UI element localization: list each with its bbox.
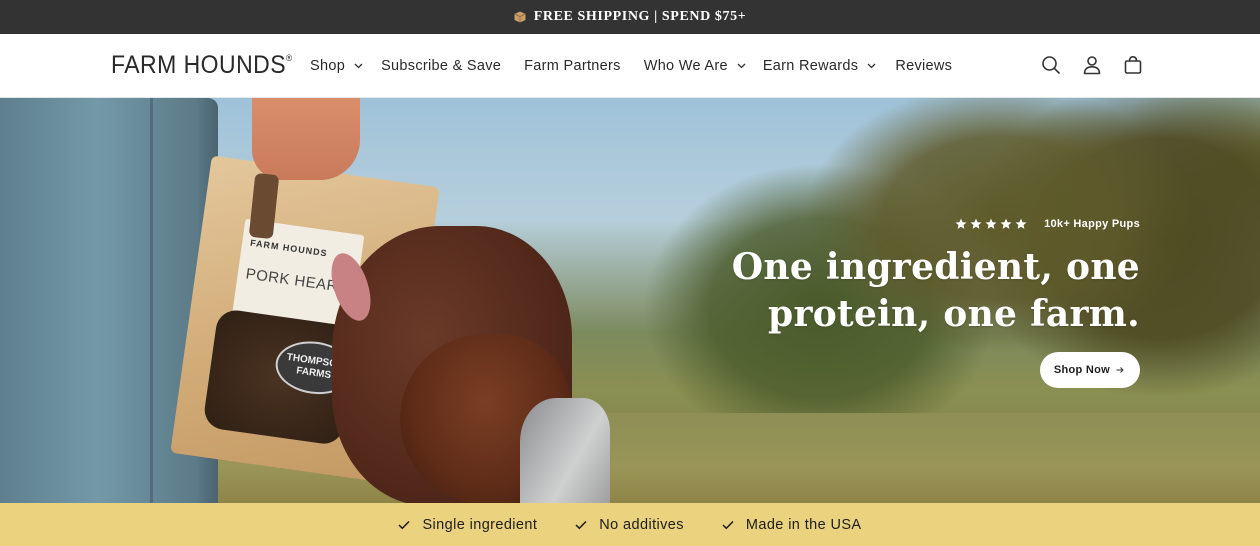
feature-label: Made in the USA bbox=[745, 516, 862, 533]
arrow-right-icon bbox=[1116, 367, 1124, 373]
nav-item-label: Farm Partners bbox=[524, 58, 621, 74]
feature-single-ingredient: Single ingredient bbox=[398, 517, 537, 533]
bag-brand: FARM HOUNDS bbox=[249, 237, 329, 259]
feature-label: No additives bbox=[599, 516, 684, 533]
cart-button[interactable] bbox=[1120, 52, 1146, 78]
search-button[interactable] bbox=[1038, 52, 1064, 78]
nav-item-label: Who We Are bbox=[643, 58, 728, 74]
nav-item-reviews[interactable]: Reviews bbox=[895, 58, 952, 74]
headline-line-1: One ingredient, one bbox=[731, 246, 1140, 288]
search-icon bbox=[1042, 56, 1061, 75]
nav-item-shop[interactable]: Shop bbox=[310, 58, 363, 74]
rating-text: 10k+ Happy Pups bbox=[1044, 218, 1140, 230]
hero-banner: FARM HOUNDS PORK HEART THOMPSON FARMS 10k… bbox=[0, 98, 1260, 503]
hero-dog-neck bbox=[520, 398, 610, 503]
rating-stars bbox=[955, 218, 1030, 230]
cart-icon bbox=[1124, 55, 1142, 74]
nav-item-farm-partners[interactable]: Farm Partners bbox=[524, 58, 621, 74]
hero-headline: One ingredient, one protein, one farm. bbox=[732, 244, 1140, 338]
star-icon bbox=[955, 218, 967, 229]
star-icon bbox=[1000, 218, 1012, 229]
site-header: FARM HOUNDS® Shop Subscribe & Save Farm … bbox=[0, 34, 1260, 98]
star-icon bbox=[1015, 218, 1027, 229]
headline-line-2: protein, one farm. bbox=[767, 293, 1140, 335]
chevron-down-icon bbox=[867, 63, 876, 69]
nav-item-label: Subscribe & Save bbox=[381, 58, 502, 74]
nav-item-label: Reviews bbox=[895, 58, 953, 74]
account-button[interactable] bbox=[1079, 52, 1105, 78]
nav-item-who-we-are[interactable]: Who We Are bbox=[644, 58, 746, 74]
nav-item-subscribe-save[interactable]: Subscribe & Save bbox=[381, 58, 501, 74]
registered-mark: ® bbox=[286, 53, 293, 63]
feature-made-in-usa: Made in the USA bbox=[722, 517, 862, 533]
header-icons bbox=[1038, 52, 1161, 78]
chevron-down-icon bbox=[737, 63, 746, 69]
logo[interactable]: FARM HOUNDS® bbox=[111, 51, 293, 80]
star-icon bbox=[985, 218, 997, 229]
star-icon bbox=[970, 218, 982, 229]
chevron-down-icon bbox=[354, 63, 363, 69]
shop-now-button[interactable]: Shop Now bbox=[1039, 352, 1140, 388]
nav-item-label: Earn Rewards bbox=[762, 58, 859, 74]
feature-label: Single ingredient bbox=[422, 516, 538, 533]
logo-text: FARM HOUNDS bbox=[111, 51, 287, 79]
rating: 10k+ Happy Pups bbox=[732, 218, 1140, 230]
announcement-text[interactable]: FREE SHIPPING | SPEND $75+ bbox=[534, 9, 747, 25]
main-nav: Shop Subscribe & Save Farm Partners Who … bbox=[310, 34, 952, 98]
nav-item-label: Shop bbox=[310, 58, 346, 74]
account-icon bbox=[1083, 56, 1101, 75]
check-icon bbox=[722, 520, 734, 529]
feature-bar: Single ingredient No additives Made in t… bbox=[0, 503, 1260, 546]
feature-no-additives: No additives bbox=[575, 517, 684, 533]
announcement-bar: FREE SHIPPING | SPEND $75+ bbox=[0, 0, 1260, 34]
hero-hand bbox=[252, 98, 360, 180]
check-icon bbox=[575, 520, 587, 529]
hero-content: 10k+ Happy Pups One ingredient, one prot… bbox=[732, 218, 1140, 388]
check-icon bbox=[398, 520, 411, 529]
shop-now-label: Shop Now bbox=[1053, 364, 1110, 376]
nav-item-earn-rewards[interactable]: Earn Rewards bbox=[763, 58, 876, 74]
box-icon bbox=[514, 11, 526, 23]
